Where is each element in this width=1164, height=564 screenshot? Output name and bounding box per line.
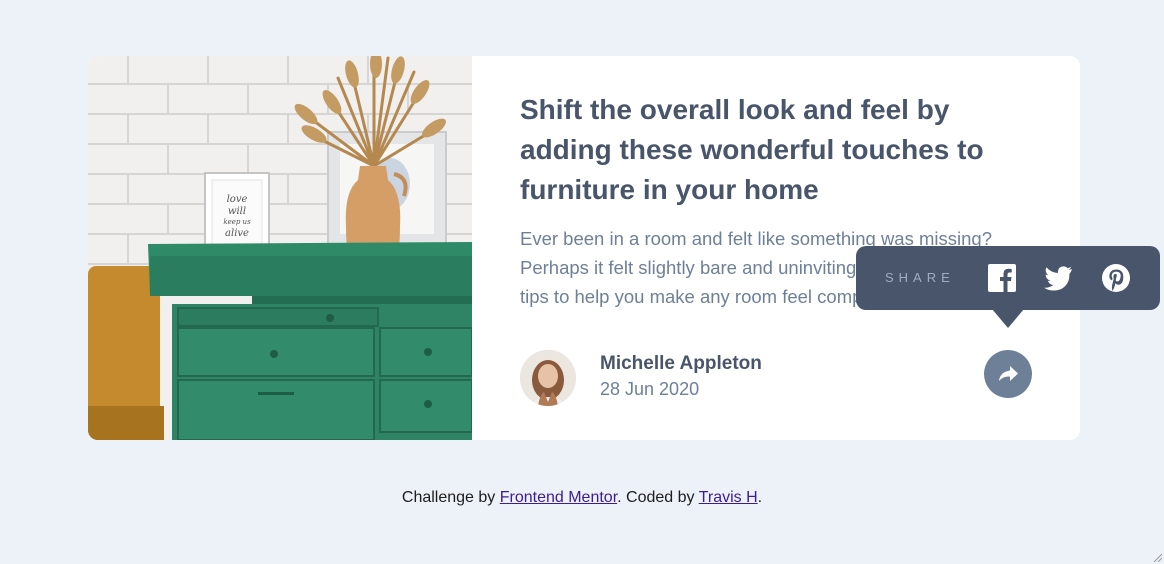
attribution-footer: Challenge by Frontend Mentor. Coded by T… <box>0 489 1164 507</box>
footer-prefix: Challenge by <box>401 489 500 506</box>
frame-text-1: love <box>227 194 248 205</box>
frame-text-4: alive <box>225 228 249 239</box>
facebook-icon[interactable] <box>987 263 1017 293</box>
share-popover-arrow <box>992 309 1024 328</box>
share-button[interactable] <box>984 350 1032 398</box>
pinterest-icon[interactable] <box>1101 263 1131 293</box>
author-name: Michelle Appleton <box>600 353 762 374</box>
frame-text-2: will <box>228 206 246 217</box>
share-arrow-icon <box>999 366 1018 381</box>
author-link[interactable]: Travis H <box>699 489 758 506</box>
avatar <box>520 350 576 406</box>
resize-handle-icon[interactable] <box>1152 552 1162 562</box>
drawers-photo: love will keep us alive <box>88 56 472 440</box>
article-title: Shift the overall look and feel by addin… <box>520 94 984 205</box>
footer-middle: . Coded by <box>617 489 699 506</box>
share-label: SHARE <box>885 270 955 285</box>
frontend-mentor-link[interactable]: Frontend Mentor <box>500 489 617 506</box>
twitter-icon[interactable] <box>1043 263 1073 293</box>
share-popover: SHARE <box>856 246 1160 310</box>
frame-text-3: keep us <box>223 218 251 226</box>
post-date: 28 Jun 2020 <box>600 379 700 399</box>
footer-suffix: . <box>757 489 763 506</box>
